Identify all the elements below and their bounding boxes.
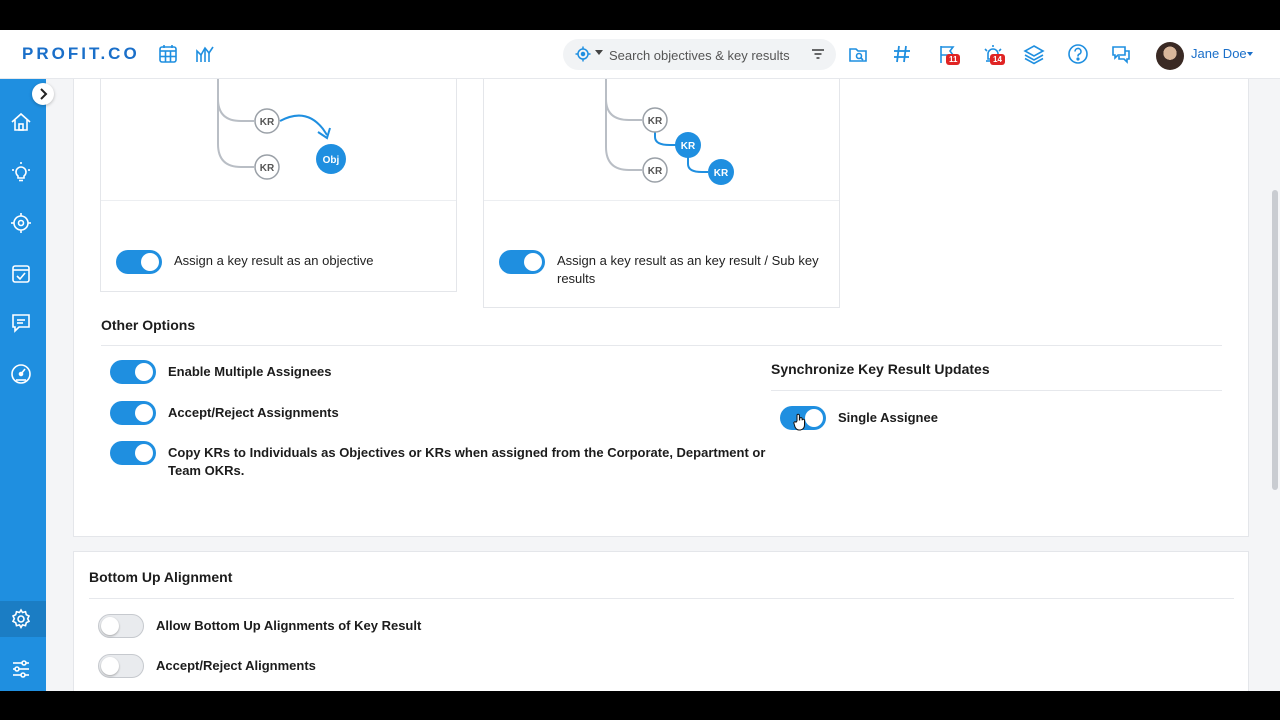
copy-krs-toggle[interactable] [110,441,156,465]
divider [89,598,1234,599]
kr-node: KR [642,107,668,133]
lightbulb-icon[interactable] [10,161,32,183]
kr-as-objective-label: Assign a key result as an objective [174,253,374,268]
top-bar: PROFIT.CO 11 14 [0,30,1280,79]
chat-icon[interactable] [1110,43,1132,65]
multiple-assignees-toggle[interactable] [110,360,156,384]
accept-reject-alignments-label: Accept/Reject Alignments [156,658,316,673]
scrollbar-thumb[interactable] [1272,190,1278,490]
sub-kr-node: KR [708,159,734,185]
folder-search-icon[interactable] [847,43,869,65]
bottom-up-alignment-heading: Bottom Up Alignment [89,569,233,585]
search-bar [563,39,836,70]
flag-badge: 11 [946,54,961,65]
svg-text:KR: KR [260,117,275,128]
multiple-assignees-label: Enable Multiple Assignees [168,364,332,379]
kr-as-sub-kr-toggle[interactable] [499,250,545,274]
accept-reject-assignments-toggle[interactable] [110,401,156,425]
gear-icon[interactable] [10,608,32,630]
option-card-kr-as-sub-kr: KR KR KR KR Assign a key result as an ke… [483,79,840,308]
allow-bottom-up-label: Allow Bottom Up Alignments of Key Result [156,618,422,633]
sidebar-expand-button[interactable] [32,83,54,105]
copy-krs-label-line1: Copy KRs to Individuals as Objectives or… [168,445,766,460]
kr-to-sub-kr-diagram: KR KR KR KR [484,79,839,201]
sidebar [0,79,46,691]
accept-reject-assignments-label: Accept/Reject Assignments [168,405,339,420]
sliders-icon[interactable] [10,658,32,680]
svg-text:KR: KR [714,168,729,179]
svg-text:KR: KR [648,166,663,177]
chart-icon[interactable] [194,43,216,65]
kr-node: KR [642,157,668,183]
other-options-heading: Other Options [101,317,196,333]
objective-node: Obj [316,144,346,174]
chevron-down-icon[interactable] [1247,52,1253,56]
alarm-badge: 14 [990,54,1005,65]
hand-cursor-icon [793,413,805,431]
help-icon[interactable] [1067,43,1089,65]
target-icon[interactable] [10,212,32,234]
app-window: PROFIT.CO 11 14 [0,30,1280,691]
kr-node-highlighted: KR [675,132,701,158]
single-assignee-label: Single Assignee [838,410,938,425]
copy-krs-label-line2: Team OKRs. [168,463,245,478]
logo[interactable]: PROFIT.CO [22,44,140,64]
gauge-icon[interactable] [10,363,32,385]
home-icon[interactable] [10,111,32,133]
kr-as-sub-kr-label-line2: results [557,271,596,286]
kr-as-sub-kr-label-line1: Assign a key result as an key result / S… [557,253,819,268]
calendar-check-icon[interactable] [10,262,32,284]
svg-text:Obj: Obj [323,155,340,166]
allow-bottom-up-toggle[interactable] [98,614,144,638]
accept-reject-alignments-toggle[interactable] [98,654,144,678]
kr-node: KR [254,108,280,134]
calendar-grid-icon[interactable] [157,43,179,65]
divider [771,390,1222,391]
layers-icon[interactable] [1023,43,1045,65]
search-input[interactable] [609,45,799,65]
sync-kr-updates-heading: Synchronize Key Result Updates [771,361,990,377]
divider [101,345,1222,346]
kr-to-objective-diagram: KR KR Obj [101,79,456,201]
chevron-down-icon[interactable] [595,50,603,55]
kr-as-objective-toggle[interactable] [116,250,162,274]
avatar[interactable] [1156,42,1184,70]
target-icon[interactable] [575,46,591,62]
filter-icon[interactable] [811,47,825,61]
svg-text:KR: KR [648,116,663,127]
svg-text:KR: KR [681,141,696,152]
svg-text:KR: KR [260,163,275,174]
user-name[interactable]: Jane Doe [1191,46,1247,61]
option-card-kr-as-objective: KR KR Obj Assign a key result as an obje… [100,79,457,292]
message-icon[interactable] [10,312,32,334]
kr-node: KR [254,154,280,180]
hashtag-icon[interactable] [891,43,913,65]
